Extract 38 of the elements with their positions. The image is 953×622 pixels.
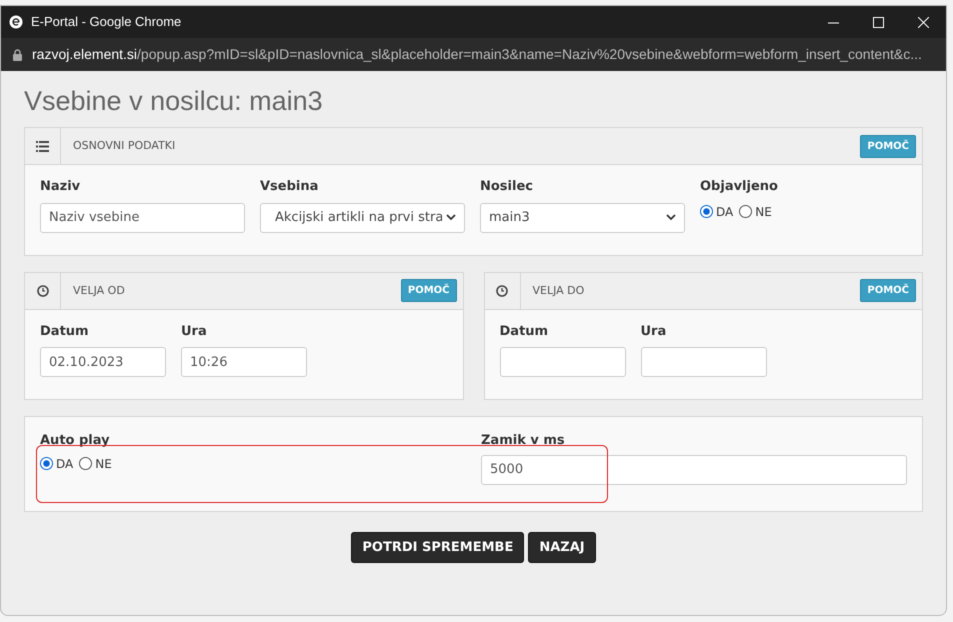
action-button[interactable]: NAZAJ — [528, 532, 596, 564]
field-label: Objavljeno — [700, 178, 779, 196]
panel-title: VELJA OD — [73, 282, 125, 299]
input-field[interactable]: Naziv vsebine — [40, 202, 245, 233]
field-label: Zamik v ms — [481, 432, 566, 450]
close-icon — [918, 16, 929, 28]
field-label: Vsebina — [260, 178, 320, 196]
input-field[interactable]: 10:26 — [181, 347, 307, 378]
field-label: Ura — [640, 322, 668, 341]
field-label: Nosilec — [480, 178, 534, 196]
panel-title: OSNOVNI PODATKI — [73, 138, 176, 154]
select-field[interactable]: Akcijski artikli na prvi stra — [260, 202, 465, 233]
input-field[interactable]: 5000 — [481, 454, 907, 485]
radio-option[interactable]: DA — [40, 454, 74, 473]
radio-option[interactable]: NE — [79, 454, 112, 473]
input-field[interactable] — [500, 347, 626, 378]
field-label: Datum — [40, 322, 90, 341]
field-label: Naziv — [40, 178, 82, 196]
window-title: E-Portal - Google Chrome — [31, 13, 182, 32]
list-icon — [36, 140, 49, 152]
clock-icon — [496, 284, 508, 297]
input-field[interactable]: 02.10.2023 — [40, 347, 166, 378]
clock-icon — [36, 284, 48, 297]
page-heading: Vsebine v nosilcu: main3 — [24, 85, 324, 118]
radio-option[interactable]: NE — [739, 202, 772, 221]
radio-option[interactable]: DA — [700, 202, 734, 221]
select-field[interactable]: main3 — [480, 202, 685, 233]
browser-logo-icon — [9, 15, 23, 29]
input-field[interactable] — [640, 347, 766, 378]
field-label: Auto play — [40, 432, 111, 450]
field-label: Ura — [181, 322, 208, 341]
caret-icon — [666, 214, 676, 222]
maximize-icon — [873, 16, 884, 28]
field-label: Datum — [500, 322, 550, 341]
action-button[interactable]: POTRDI SPREMEMBE — [351, 532, 524, 564]
panel-title: VELJA DO — [532, 282, 584, 299]
lock-icon — [13, 48, 22, 60]
caret-icon — [446, 214, 456, 222]
